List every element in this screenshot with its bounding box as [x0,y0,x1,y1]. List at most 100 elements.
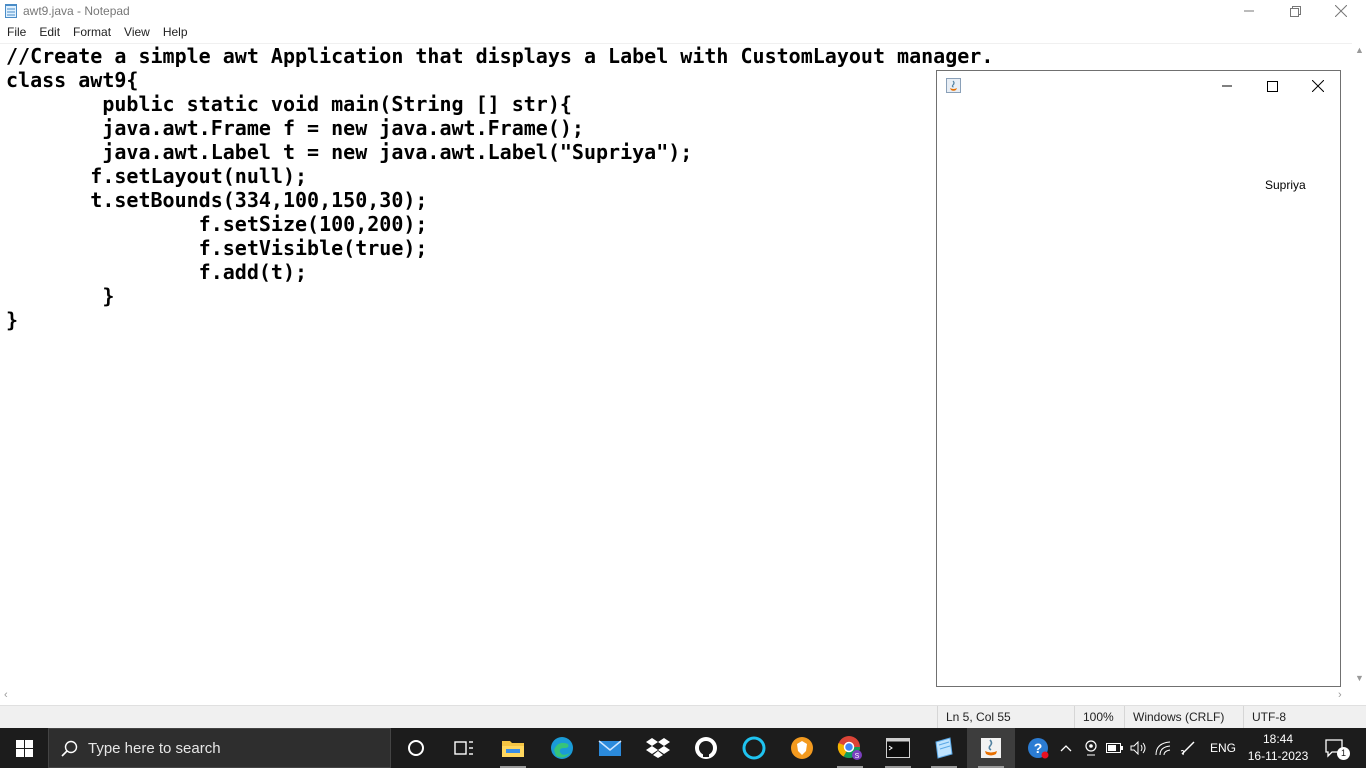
chevron-up-icon [1060,745,1072,752]
taskbar: Type here to search S ? ENG 18:44 16-11-… [0,728,1366,768]
alexa-button[interactable] [730,728,778,768]
code-line: class awt9{ [6,68,139,92]
code-line: f.setVisible(true); [6,236,428,260]
menu-file[interactable]: File [0,22,32,42]
menu-edit[interactable]: Edit [32,22,66,42]
command-prompt-icon [886,738,910,758]
file-explorer-button[interactable] [489,728,537,768]
close-icon [1312,80,1324,92]
code-line: t.setBounds(334,100,150,30); [6,188,428,212]
wifi-tray-button[interactable] [1152,728,1174,768]
menu-format[interactable]: Format [66,22,117,42]
code-line: f.setLayout(null); [6,164,308,188]
cursor-position: Ln 5, Col 55 [937,706,1011,729]
command-prompt-button[interactable] [874,728,922,768]
brave-button[interactable] [778,728,826,768]
taskbar-search[interactable]: Type here to search [48,728,391,768]
mail-button[interactable] [586,728,634,768]
notepad-taskbar-button[interactable] [920,728,968,768]
minimize-icon [1244,10,1254,12]
clock-date: 16-11-2023 [1247,749,1309,763]
volume-icon [1130,741,1146,755]
java-taskbar-button[interactable] [967,728,1015,768]
code-line: java.awt.Label t = new java.awt.Label("S… [6,140,693,164]
github-icon [695,737,717,759]
code-line: } [6,284,115,308]
scroll-right-icon[interactable]: › [1338,689,1342,701]
task-view-button[interactable] [440,728,488,768]
battery-tray-button[interactable] [1104,728,1126,768]
awt-maximize-button[interactable] [1252,75,1292,97]
svg-text:?: ? [1034,740,1043,756]
search-placeholder: Type here to search [88,740,221,757]
show-hidden-icons-button[interactable] [1056,728,1076,768]
volume-tray-button[interactable] [1128,728,1150,768]
restore-button[interactable] [1272,0,1318,22]
battery-icon [1106,743,1123,753]
status-bar: Ln 5, Col 55 100% Windows (CRLF) UTF-8 [0,705,1366,729]
language-label: ENG [1209,741,1236,755]
code-line: java.awt.Frame f = new java.awt.Frame(); [6,116,584,140]
menu-help[interactable]: Help [156,22,194,42]
code-line: f.add(t); [6,260,308,284]
code-content: //Create a simple awt Application that d… [6,44,993,332]
brave-icon [791,737,813,759]
search-icon [61,740,78,757]
dropbox-button[interactable] [634,728,682,768]
java-frame-icon [946,78,961,93]
chrome-icon: S [837,736,862,760]
code-line: public static void main(String [] str){ [6,92,572,116]
dropbox-icon [646,738,670,758]
close-icon [1335,5,1347,17]
minimize-icon [1222,85,1232,87]
chrome-button[interactable]: S [826,728,874,768]
github-button[interactable] [682,728,730,768]
notification-center-button[interactable]: 1 [1318,728,1352,768]
cortana-icon [408,740,424,756]
location-tray-button[interactable] [1080,728,1102,768]
window-title: awt9.java - Notepad [23,4,130,18]
scroll-up-icon[interactable]: ▲ [1355,45,1364,55]
mail-icon [598,740,622,756]
edge-button[interactable] [538,728,586,768]
menu-view[interactable]: View [117,22,156,42]
windows-logo-icon [15,739,33,757]
maximize-icon [1266,80,1278,92]
awt-frame-window[interactable]: Supriya [936,70,1341,687]
language-indicator[interactable]: ENG [1206,728,1240,768]
scroll-left-icon[interactable]: ‹ [4,689,8,701]
java-icon [981,738,1001,758]
wifi-icon [1155,741,1171,756]
notepad-app-icon [5,4,17,18]
file-explorer-icon [502,741,524,757]
code-line: //Create a simple awt Application that d… [6,44,994,68]
pen-icon [1180,741,1195,756]
webcam-icon [1085,740,1097,756]
start-button[interactable] [0,728,48,768]
scroll-down-icon[interactable]: ▼ [1355,673,1364,683]
awt-minimize-button[interactable] [1207,75,1247,97]
awt-close-button[interactable] [1298,75,1338,97]
minimize-button[interactable] [1226,0,1272,22]
encoding: UTF-8 [1243,706,1286,729]
restore-icon [1289,5,1301,17]
menu-bar: File Edit Format View Help [0,22,1366,42]
line-ending: Windows (CRLF) [1124,706,1224,729]
notification-count-badge: 1 [1337,747,1350,760]
edge-icon [551,737,573,759]
alexa-icon [742,736,766,760]
close-button[interactable] [1318,0,1364,22]
taskbar-clock[interactable]: 18:44 16-11-2023 [1240,731,1316,765]
code-line: } [6,308,19,332]
task-view-icon [454,741,473,755]
zoom-level: 100% [1074,706,1114,729]
pen-tray-button[interactable] [1176,728,1200,768]
code-line: f.setSize(100,200); [6,212,428,236]
horizontal-scrollbar[interactable]: ‹ › [0,688,1352,703]
help-tray-button[interactable]: ? [1025,728,1051,768]
vertical-scrollbar[interactable]: ▲ ▼ [1352,43,1366,688]
help-icon: ? [1028,738,1049,759]
svg-text:S: S [855,753,860,760]
cortana-button[interactable] [392,728,440,768]
clock-time: 18:44 [1262,732,1294,746]
